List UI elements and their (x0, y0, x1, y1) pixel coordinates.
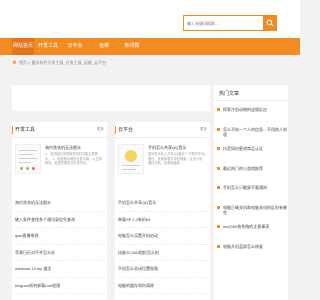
list-item[interactable]: 苹果日历对不齐怎么办 (15, 245, 105, 261)
list-item[interactable]: 手机怎么关闭位置权限 (118, 261, 208, 278)
bullet-icon (217, 225, 220, 228)
hot-article-title[interactable]: ms2360装系统的注意事项 (223, 224, 269, 229)
article-thumbnail[interactable] (118, 144, 144, 174)
hot-article-title[interactable]: 手机怎么只截屏不要通知 (223, 185, 267, 190)
list-item[interactable]: 佳能20.30D相机怎么拍 (118, 245, 208, 261)
section-header: 云平台 更多 (115, 122, 210, 138)
list-item[interactable]: 映泰SP 1.2有机64 (118, 212, 208, 228)
featured-description: 如何在手机上共享QQ音乐？只需打开QQ音乐，找到你想共享的歌曲，点击分享，通过手… (148, 152, 206, 165)
hot-article-title[interactable]: 最近热门的小游戏推荐 (223, 166, 263, 171)
hot-article-item[interactable]: 手机怎么只截屏不要通知 (217, 181, 287, 201)
hot-article-item[interactable]: 探索冷血动物的连锁反应 (217, 103, 287, 123)
breadcrumb: 首页 » 重庆软件开发工具_开发工具_运维_云平台 (12, 58, 212, 67)
section-title: 开发工具 (15, 127, 36, 133)
location-icon (13, 60, 16, 65)
featured-article[interactable]: 手机怎么共享QQ音乐 如何在手机上共享QQ音乐？只需打开QQ音乐，找到你想共享的… (118, 144, 208, 184)
section-cloud: 云平台 更多 手机怎么共享QQ音乐 如何在手机上共享QQ音乐？只需打开QQ音乐，… (115, 122, 210, 300)
article-list: 海尔洗衣机无法脱水 输入条件查找多个通讯录信号查询 ipad直播电视 苹果日历对… (15, 195, 105, 294)
featured-title[interactable]: 手机怎么共享QQ音乐 (148, 145, 206, 150)
sidebar-title: 热门文章 (219, 91, 240, 97)
list-item[interactable]: 手机怎么共享QQ音乐 (118, 195, 208, 212)
hot-article-list: 探索冷血动物的连锁反应 怎么写给一个人的信息，不用他人知道 抖音如何更改商品认证… (217, 103, 287, 259)
list-item[interactable]: ipad直播电视 (15, 228, 105, 245)
bullet-icon (217, 186, 220, 189)
section-header: 开发工具 更多 (12, 122, 107, 138)
list-item[interactable]: 电脑的缓存如何清除 (118, 278, 208, 294)
hot-article-item[interactable]: 怎么写给一个人的信息，不用他人知道 (217, 123, 287, 143)
list-item[interactable]: 电脑怎么设置开机启动 (118, 228, 208, 245)
hot-article-item[interactable]: 电脑正确关机和电脑关机的区别有哪些 (217, 201, 287, 221)
hot-article-item[interactable]: 最近热门的小游戏推荐 (217, 162, 287, 182)
more-link[interactable]: 更多 (200, 127, 207, 132)
hot-article-item[interactable]: 电脑开机蓝屏怎么修复 (217, 240, 287, 260)
list-item[interactable]: windows 10 tsy 激活 (15, 261, 105, 278)
section-accent-bar (115, 126, 116, 134)
hot-article-item[interactable]: ms2360装系统的注意事项 (217, 220, 287, 240)
featured-title[interactable]: 海尔洗衣机无法脱水 (45, 145, 103, 150)
hot-article-title[interactable]: 电脑开机蓝屏怎么修复 (223, 244, 263, 249)
main-nav: 网站首页 开发工具 云平台 运维 软讯猿 (0, 38, 300, 55)
nav-item-cloud[interactable]: 云平台 (66, 38, 84, 55)
search-input[interactable] (184, 16, 264, 30)
hot-article-title[interactable]: 探索冷血动物的连锁反应 (223, 107, 267, 112)
section-dev-tools: 开发工具 更多 海尔洗衣机无法脱水 1、洗衣服过多导致洗衣机不能正常脱水。 2、… (12, 122, 107, 300)
nav-item-home[interactable]: 网站首页 (12, 38, 34, 55)
nav-item-ruanxunyuan[interactable]: 软讯猿 (122, 38, 142, 55)
search-icon (266, 19, 273, 27)
article-list: 手机怎么共享QQ音乐 映泰SP 1.2有机64 电脑怎么设置开机启动 佳能20.… (118, 195, 208, 294)
list-item[interactable]: kingroot如何卸载root权限 (15, 278, 105, 294)
nav-item-ops[interactable]: 运维 (97, 38, 111, 55)
nav-item-dev-tools[interactable]: 开发工具 (37, 38, 59, 55)
article-thumbnail[interactable] (15, 144, 41, 174)
section-title: 云平台 (118, 127, 134, 133)
breadcrumb-text[interactable]: 首页 » 重庆软件开发工具_开发工具_运维_云平台 (19, 60, 106, 66)
bullet-icon (217, 244, 220, 248)
section-accent-bar (12, 126, 13, 134)
featured-article[interactable]: 海尔洗衣机无法脱水 1、洗衣服过多导致洗衣机不能正常脱水。 2、检查脱水槽是否放… (15, 144, 105, 184)
sidebar-header: 热门文章 (214, 85, 288, 101)
more-link[interactable]: 更多 (97, 127, 104, 132)
list-item[interactable]: 海尔洗衣机无法脱水 (15, 195, 105, 212)
sidebar-hot-articles: 热门文章 探索冷血动物的连锁反应 怎么写给一个人的信息，不用他人知道 抖音如何更… (214, 85, 288, 300)
bullet-icon (217, 166, 220, 170)
hot-article-item[interactable]: 抖音如何更改商品认证 (217, 142, 287, 162)
hot-article-title[interactable]: 电脑正确关机和电脑关机的区别有哪些 (223, 205, 287, 215)
hot-article-title[interactable]: 怎么写给一个人的信息，不用他人知道 (223, 127, 287, 137)
search-button[interactable] (263, 16, 276, 30)
featured-description: 1、洗衣服过多导致洗衣机不能正常脱水。 2、检查脱水槽是否放平稳，以正常转动，检… (45, 152, 102, 165)
bullet-icon (217, 147, 220, 150)
hot-article-title[interactable]: 抖音如何更改商品认证 (223, 146, 263, 151)
bullet-icon (217, 108, 220, 111)
list-item[interactable]: 输入条件查找多个通讯录信号查询 (15, 212, 105, 228)
search-box (183, 15, 277, 31)
bullet-icon (217, 127, 220, 131)
banner-panel (12, 85, 210, 111)
top-bar (0, 0, 300, 38)
bullet-icon (217, 205, 220, 209)
